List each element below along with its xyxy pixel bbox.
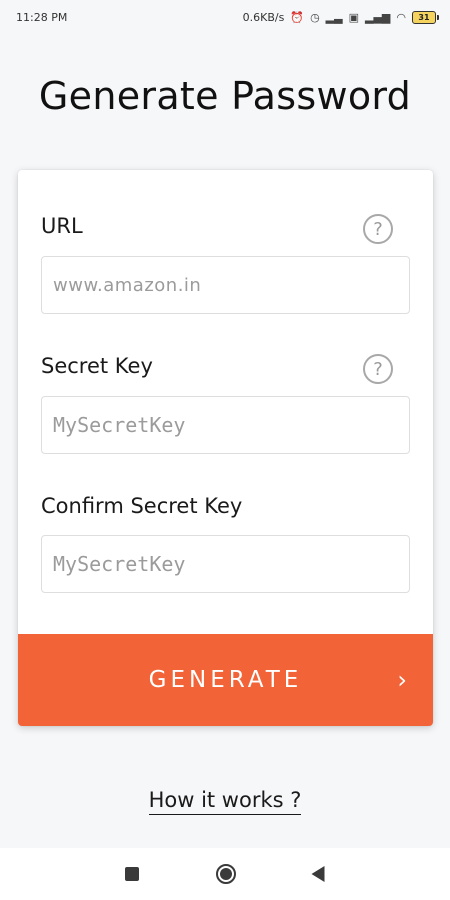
secret-key-input[interactable] [41,396,410,454]
system-nav-bar [0,848,450,900]
secret-key-help-icon[interactable]: ? [363,354,393,384]
signal-icon: ▂▄▆ [365,10,391,24]
page-title: Generate Password [38,74,412,118]
alarm-icon: ◷ [310,10,320,24]
secret-key-label: Secret Key [41,354,153,378]
confirm-secret-key-label: Confirm Secret Key [41,494,243,518]
net-speed: 0.6KB/s [242,10,285,24]
back-icon[interactable] [311,866,325,882]
url-help-icon[interactable]: ? [363,214,393,244]
battery-level: 31 [418,12,430,22]
wifi-icon: ◠ [396,10,406,24]
sim-icon: ▣ [348,10,359,24]
chevron-right-icon: › [397,666,407,694]
battery-icon: 31 [412,10,439,24]
home-icon[interactable] [216,864,236,884]
alarm-off-icon: ⏰ [290,10,305,24]
recent-apps-icon[interactable] [125,867,139,881]
generate-button[interactable]: GENERATE › [18,634,433,726]
url-input[interactable] [41,256,410,314]
generate-label: GENERATE [148,667,303,693]
status-bar: 11:28 PM 0.6KB/s ⏰ ◷ ▂▃ ▣ ▂▄▆ ◠ 31 [0,0,450,34]
status-time: 11:28 PM [16,10,68,24]
url-label: URL [41,214,83,238]
how-it-works-link[interactable]: How it works ? [148,788,302,815]
signal-weak-icon: ▂▃ [325,10,343,24]
confirm-secret-key-input[interactable] [41,535,410,593]
password-form-card: URL ? Secret Key ? Confirm Secret Key GE… [18,170,433,726]
how-it-works-container: How it works ? [0,788,450,815]
status-icons: 0.6KB/s ⏰ ◷ ▂▃ ▣ ▂▄▆ ◠ 31 [242,10,439,24]
